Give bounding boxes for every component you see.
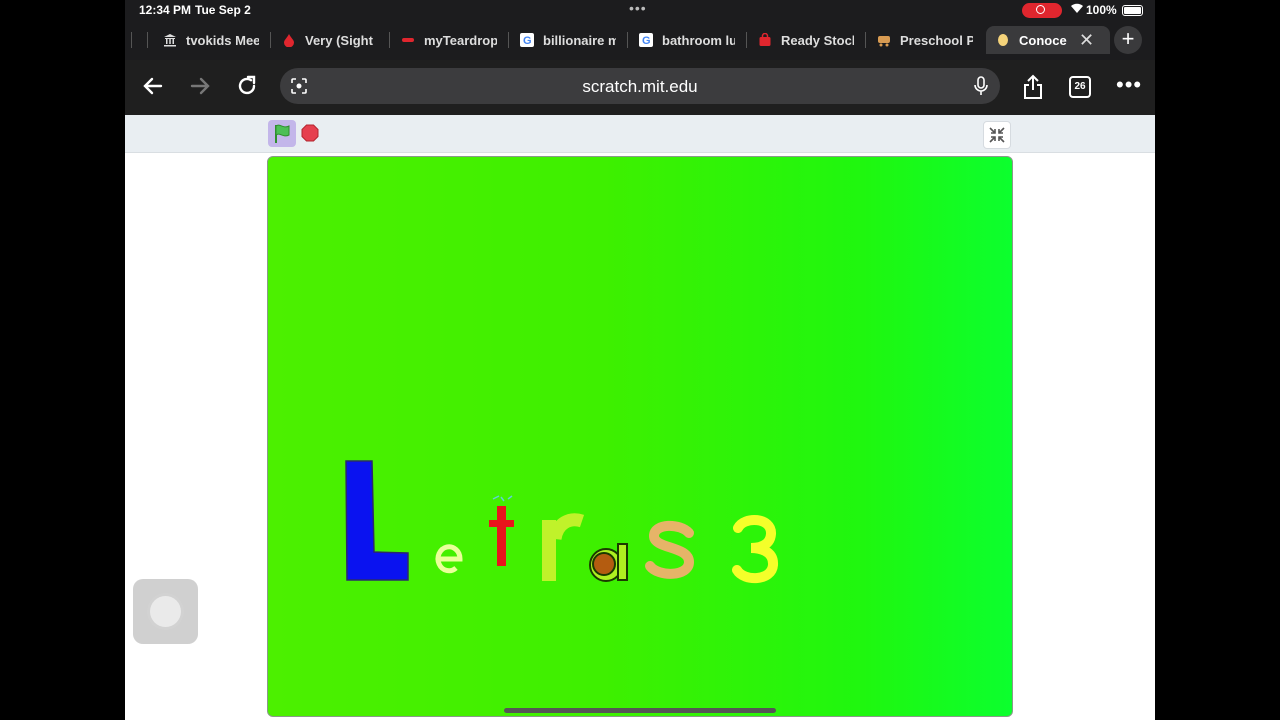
tab-title: bathroom lu — [662, 32, 735, 48]
tab-bathroom[interactable]: G bathroom lu — [639, 26, 735, 54]
tab-separator — [389, 32, 390, 48]
tab-title: Ready Stock — [781, 32, 854, 48]
more-menu-icon[interactable]: ••• — [1116, 72, 1142, 98]
letter-a — [589, 543, 628, 582]
tab-separator — [746, 32, 747, 48]
letter-s — [645, 520, 695, 579]
tab-conoce[interactable]: Conoce l ✕ — [986, 26, 1110, 54]
status-time: 12:34 PM — [139, 3, 192, 17]
tab-title: tvokids Mee — [186, 32, 259, 48]
letter-L — [345, 460, 409, 581]
letter-r — [542, 513, 585, 581]
google-icon: G — [520, 33, 534, 47]
tab-myteardrop[interactable]: myTeardrop — [401, 26, 497, 54]
tab-strip: tvokids Mee Very (Sight myTeardrop G bil… — [125, 20, 1155, 60]
tab-tvokids[interactable]: tvokids Mee — [163, 26, 259, 54]
exit-fullscreen-button[interactable] — [983, 121, 1011, 149]
new-tab-button[interactable]: + — [1114, 26, 1142, 54]
address-bar[interactable]: scratch.mit.edu — [280, 68, 1000, 104]
url-text: scratch.mit.edu — [582, 77, 698, 96]
tab-title: Preschool P — [900, 32, 973, 48]
status-bar: 12:34 PM Tue Sep 2 ••• 100% — [125, 0, 1155, 20]
letter-e — [435, 544, 463, 574]
wifi-icon — [1070, 2, 1084, 17]
browser-toolbar: scratch.mit.edu 26 ••• — [125, 60, 1155, 115]
tab-title: billionaire m — [543, 32, 616, 48]
tab-preschool[interactable]: Preschool P — [877, 26, 973, 54]
forward-button[interactable] — [186, 74, 214, 102]
tab-separator — [508, 32, 509, 48]
scratch-controls-bar — [125, 115, 1155, 153]
cart-icon — [877, 33, 891, 47]
multitask-dots-icon[interactable]: ••• — [629, 0, 647, 16]
assistive-touch-button[interactable] — [133, 579, 198, 644]
tab-title: myTeardrop — [424, 32, 497, 48]
bag-icon — [758, 32, 772, 47]
tab-ready-stock[interactable]: Ready Stock — [758, 26, 854, 54]
web-page: L e t r a s 3 — [125, 115, 1155, 720]
back-button[interactable] — [139, 74, 167, 102]
tab-title: Very (Sight — [305, 32, 373, 48]
tab-separator — [865, 32, 866, 48]
bank-icon — [163, 33, 177, 47]
stage-canvas — [345, 460, 778, 583]
drop-icon — [282, 33, 296, 48]
stage-letter: L — [268, 157, 269, 158]
microphone-icon[interactable] — [972, 76, 990, 96]
svg-text:G: G — [523, 35, 532, 47]
google-icon: G — [639, 33, 653, 47]
digit-3 — [732, 515, 778, 583]
stop-button[interactable] — [301, 124, 319, 142]
tab-title: Conoce l — [1019, 32, 1069, 48]
scratch-stage[interactable]: L e t r a s 3 — [267, 156, 1013, 717]
green-flag-button[interactable] — [268, 120, 296, 147]
share-icon[interactable] — [1022, 74, 1044, 105]
screen-record-icon[interactable] — [1022, 3, 1062, 18]
tab-separator — [627, 32, 628, 48]
status-date: Tue Sep 2 — [195, 3, 251, 17]
tab-very-sight[interactable]: Very (Sight — [282, 26, 378, 54]
scratch-icon — [996, 33, 1010, 47]
battery-icon — [1122, 5, 1143, 16]
letter-t — [489, 495, 514, 566]
home-indicator[interactable] — [504, 708, 776, 713]
tab-separator — [270, 32, 271, 48]
battery-percent: 100% — [1086, 3, 1117, 17]
teardrop-icon — [401, 33, 415, 47]
tab-separator — [147, 32, 148, 48]
tab-count-button[interactable]: 26 — [1069, 76, 1091, 98]
reload-button[interactable] — [233, 74, 261, 102]
tab-separator — [131, 32, 132, 48]
svg-text:G: G — [642, 35, 651, 47]
tab-billionaire[interactable]: G billionaire m — [520, 26, 616, 54]
close-tab-icon[interactable]: ✕ — [1079, 30, 1094, 51]
